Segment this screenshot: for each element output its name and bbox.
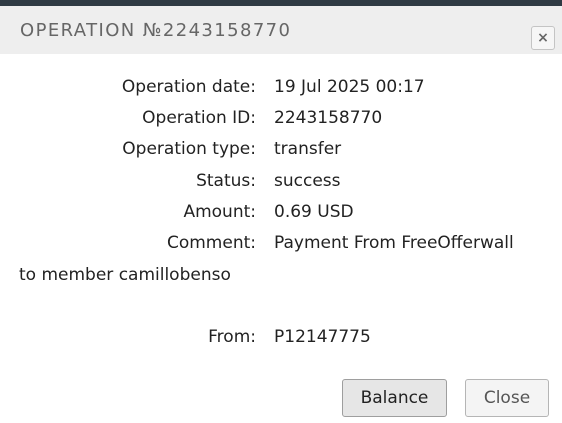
operation-date-label: Operation date: bbox=[121, 77, 256, 97]
operation-type-value: transfer bbox=[274, 139, 342, 159]
operation-id-label: Operation ID: bbox=[142, 108, 256, 128]
status-label: Status: bbox=[196, 171, 256, 191]
from-value: P12147775 bbox=[274, 327, 371, 347]
close-button[interactable]: Close bbox=[465, 379, 549, 417]
comment-value-continued: to member camillobenso bbox=[19, 265, 231, 285]
dialog-title: OPERATION №2243158770 bbox=[20, 20, 292, 41]
balance-button[interactable]: Balance bbox=[342, 379, 447, 417]
close-icon[interactable]: × bbox=[531, 26, 555, 50]
detail-row-operation-id: Operation ID: 2243158770 bbox=[0, 108, 562, 132]
amount-value: 0.69 USD bbox=[274, 202, 354, 222]
from-label: From: bbox=[208, 327, 256, 347]
status-value: success bbox=[274, 171, 341, 191]
operation-date-value: 19 Jul 2025 00:17 bbox=[274, 77, 425, 97]
amount-label: Amount: bbox=[183, 202, 256, 222]
operation-id-value: 2243158770 bbox=[274, 108, 383, 128]
operation-type-label: Operation type: bbox=[122, 139, 256, 159]
detail-row-from: From: P12147775 bbox=[0, 327, 562, 351]
comment-value: Payment From FreeOfferwall bbox=[274, 233, 514, 253]
detail-row-operation-date: Operation date: 19 Jul 2025 00:17 bbox=[0, 77, 562, 101]
detail-row-status: Status: success bbox=[0, 171, 562, 195]
detail-row-comment: Comment: Payment From FreeOfferwall bbox=[0, 233, 562, 257]
comment-label: Comment: bbox=[166, 233, 256, 253]
detail-row-amount: Amount: 0.69 USD bbox=[0, 202, 562, 226]
dialog-header: OPERATION №2243158770 × bbox=[0, 6, 562, 54]
detail-row-operation-type: Operation type: transfer bbox=[0, 139, 562, 163]
